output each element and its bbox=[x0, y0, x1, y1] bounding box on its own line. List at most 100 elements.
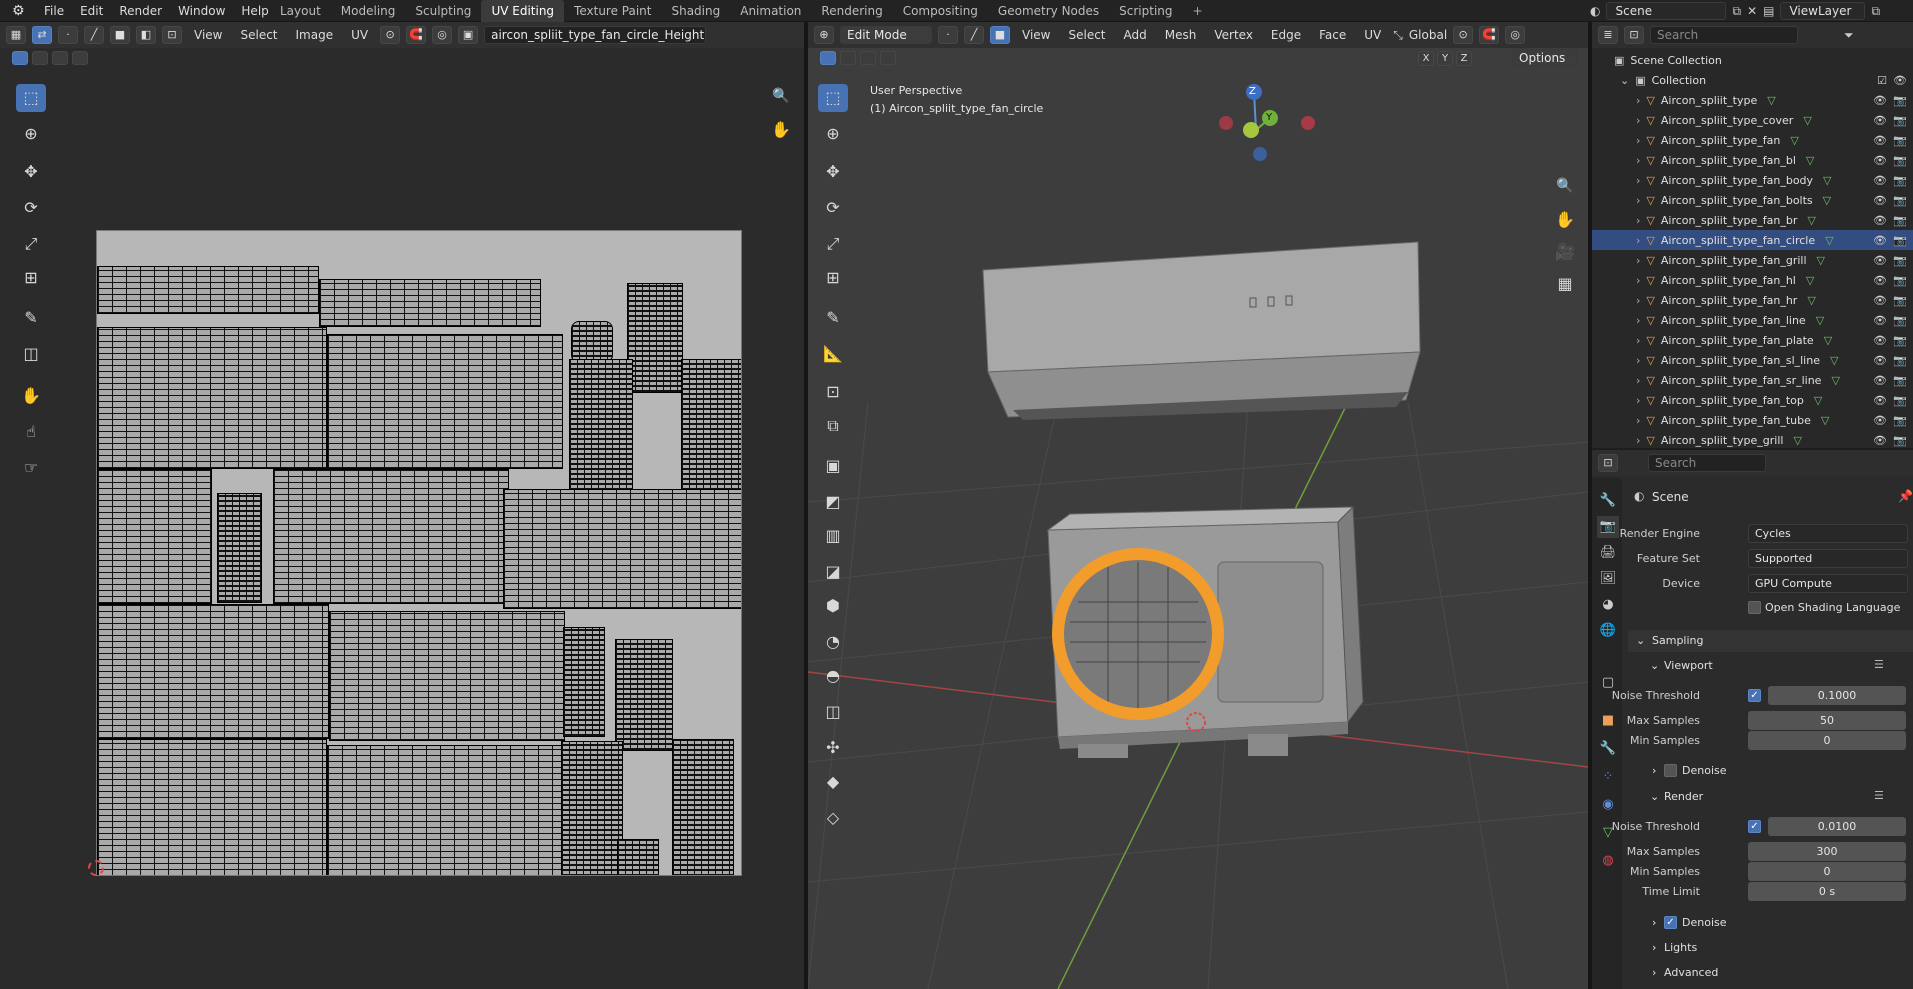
uv-menu-image[interactable]: Image bbox=[290, 28, 340, 42]
view-layer-field[interactable]: ViewLayer bbox=[1780, 2, 1866, 20]
uv-island[interactable] bbox=[672, 739, 734, 875]
pan-hand-icon[interactable]: ✋ bbox=[766, 116, 796, 144]
uv-island[interactable] bbox=[97, 739, 327, 875]
expand-arrow-icon[interactable]: › bbox=[1636, 374, 1640, 387]
tab-shading[interactable]: Shading bbox=[661, 0, 730, 22]
scene-tab-icon[interactable]: ◕ bbox=[1597, 594, 1619, 616]
viewport-editor-type-icon[interactable]: ⊕ bbox=[814, 26, 834, 44]
uv-island[interactable] bbox=[561, 741, 623, 875]
ortho-toggle-icon[interactable]: ▦ bbox=[1550, 270, 1580, 298]
vp-denoise-checkbox[interactable] bbox=[1664, 764, 1677, 777]
outliner-object-row[interactable]: › ▽ Aircon_spliit_type_fan_plate ▽ 👁 📷 bbox=[1592, 330, 1913, 350]
r-time-limit-field[interactable]: 0 s bbox=[1748, 882, 1906, 901]
add-workspace-icon[interactable]: + bbox=[1183, 0, 1213, 22]
scene-name-field[interactable]: Scene bbox=[1606, 2, 1727, 20]
menu-render[interactable]: Render bbox=[111, 0, 170, 22]
visibility-eye-icon[interactable]: 👁 bbox=[1873, 434, 1887, 447]
outliner-object-row[interactable]: › ▽ Aircon_spliit_type_fan_bolts ▽ 👁 📷 bbox=[1592, 190, 1913, 210]
properties-search-input[interactable]: Search bbox=[1648, 454, 1766, 472]
render-camera-icon[interactable]: 📷 bbox=[1893, 434, 1907, 447]
filter-icon[interactable]: ⏷ bbox=[1844, 28, 1854, 43]
visibility-eye-icon[interactable]: 👁 bbox=[1873, 234, 1887, 247]
outliner-object-row[interactable]: › ▽ Aircon_spliit_type_fan_hl ▽ 👁 📷 bbox=[1592, 270, 1913, 290]
feature-set-dropdown[interactable]: Supported bbox=[1748, 549, 1908, 568]
expand-arrow-icon[interactable]: › bbox=[1636, 214, 1640, 227]
outliner-object-row[interactable]: › ▽ Aircon_spliit_type_fan_hr ▽ 👁 📷 bbox=[1592, 290, 1913, 310]
expand-arrow-icon[interactable]: › bbox=[1636, 94, 1640, 107]
select-mode-invert-icon[interactable] bbox=[72, 51, 88, 65]
tab-texture-paint[interactable]: Texture Paint bbox=[564, 0, 661, 22]
pin-icon[interactable]: 📌 bbox=[1898, 489, 1913, 503]
annotate-tool-icon[interactable]: ✎ bbox=[16, 304, 46, 332]
advanced-expand-icon[interactable]: › bbox=[1652, 966, 1656, 979]
render-engine-dropdown[interactable]: Cycles bbox=[1748, 524, 1908, 543]
inset-tool-icon[interactable]: ▣ bbox=[818, 452, 848, 480]
uv-island[interactable] bbox=[617, 839, 659, 875]
r-denoise-expand-icon[interactable]: › bbox=[1652, 916, 1656, 929]
uv-island[interactable] bbox=[571, 321, 613, 363]
visibility-eye-icon[interactable]: 👁 bbox=[1873, 394, 1887, 407]
r-max-samples-field[interactable]: 300 bbox=[1748, 842, 1906, 861]
sticky-select-icon[interactable]: ⊡ bbox=[162, 26, 182, 44]
mirror-y-toggle[interactable]: Y bbox=[1437, 50, 1453, 66]
expand-arrow-icon[interactable]: › bbox=[1636, 354, 1640, 367]
uv-editor[interactable]: ▦ ⇄ · ╱ ■ ◧ ⊡ View Select Image UV ⊙ 🧲 ◎… bbox=[0, 22, 804, 989]
viewport-section-label[interactable]: Viewport bbox=[1664, 659, 1713, 672]
r-min-samples-field[interactable]: 0 bbox=[1748, 862, 1906, 881]
viewport-proportional-icon[interactable]: ◎ bbox=[1505, 26, 1526, 44]
outliner-object-row[interactable]: › ▽ Aircon_spliit_type_fan_top ▽ 👁 📷 bbox=[1592, 390, 1913, 410]
pivot-point-icon[interactable]: ⊙ bbox=[1453, 26, 1474, 44]
vp-transform-tool-icon[interactable]: ⊞ bbox=[818, 264, 848, 292]
render-presets-icon[interactable]: ☰ bbox=[1874, 789, 1884, 802]
uv-image-canvas[interactable] bbox=[96, 230, 742, 876]
scene-collection-row[interactable]: ▣ Scene Collection bbox=[1592, 50, 1913, 70]
gizmo-z-label[interactable]: Z bbox=[1249, 86, 1256, 97]
r-noise-threshold-checkbox[interactable]: ✓ bbox=[1748, 820, 1761, 833]
select-box-tool-icon[interactable]: ⬚ bbox=[16, 84, 46, 112]
vp-menu-edge[interactable]: Edge bbox=[1265, 28, 1307, 42]
rip-tool-icon[interactable]: ◫ bbox=[16, 340, 46, 368]
visibility-eye-icon[interactable]: 👁 bbox=[1873, 374, 1887, 387]
expand-arrow-icon[interactable]: › bbox=[1636, 154, 1640, 167]
render-camera-icon[interactable]: 📷 bbox=[1893, 394, 1907, 407]
outliner-object-row[interactable]: › ▽ Aircon_spliit_type_fan_circle ▽ 👁 📷 bbox=[1592, 230, 1913, 250]
visibility-eye-icon[interactable]: 👁 bbox=[1873, 214, 1887, 227]
options-dropdown[interactable]: Options bbox=[1512, 49, 1578, 67]
tab-layout[interactable]: Layout bbox=[270, 0, 331, 22]
lights-expand-icon[interactable]: › bbox=[1652, 941, 1656, 954]
camera-view-icon[interactable]: 🎥 bbox=[1550, 238, 1580, 266]
expand-arrow-icon[interactable]: › bbox=[1636, 434, 1640, 447]
collection-visibility-icon[interactable]: 👁 bbox=[1893, 74, 1907, 87]
select-mode-subtract-icon[interactable] bbox=[52, 51, 68, 65]
vp-select-box-tool-icon[interactable]: ⬚ bbox=[818, 84, 848, 112]
visibility-eye-icon[interactable]: 👁 bbox=[1873, 254, 1887, 267]
render-camera-icon[interactable]: 📷 bbox=[1893, 234, 1907, 247]
device-dropdown[interactable]: GPU Compute bbox=[1748, 574, 1908, 593]
mirror-x-toggle[interactable]: X bbox=[1418, 50, 1434, 66]
expand-arrow-icon[interactable]: › bbox=[1636, 274, 1640, 287]
render-camera-icon[interactable]: 📷 bbox=[1893, 114, 1907, 127]
expand-arrow-icon[interactable]: › bbox=[1636, 194, 1640, 207]
render-expand-icon[interactable]: ⌄ bbox=[1650, 790, 1659, 803]
mode-dropdown[interactable]: Edit Mode bbox=[840, 26, 932, 44]
tab-animation[interactable]: Animation bbox=[730, 0, 811, 22]
viewport-expand-icon[interactable]: ⌄ bbox=[1650, 659, 1659, 672]
rip-region-tool-icon[interactable]: ◇ bbox=[818, 804, 848, 832]
vp-select-extend-icon[interactable] bbox=[840, 51, 856, 65]
viewport-presets-icon[interactable]: ☰ bbox=[1874, 658, 1884, 671]
zoom-icon[interactable]: 🔍 bbox=[766, 82, 796, 110]
visibility-eye-icon[interactable]: 👁 bbox=[1873, 194, 1887, 207]
select-mode-new-icon[interactable] bbox=[12, 51, 28, 65]
tab-geometry-nodes[interactable]: Geometry Nodes bbox=[988, 0, 1109, 22]
outliner-search-input[interactable]: Search bbox=[1650, 26, 1798, 44]
render-section-label[interactable]: Render bbox=[1664, 790, 1703, 803]
spin-tool-icon[interactable]: ◔ bbox=[818, 628, 848, 656]
render-camera-icon[interactable]: 📷 bbox=[1893, 154, 1907, 167]
render-camera-icon[interactable]: 📷 bbox=[1893, 354, 1907, 367]
visibility-eye-icon[interactable]: 👁 bbox=[1873, 354, 1887, 367]
uv-island[interactable] bbox=[329, 611, 565, 741]
smooth-tool-icon[interactable]: ◓ bbox=[818, 662, 848, 690]
render-camera-icon[interactable]: 📷 bbox=[1893, 194, 1907, 207]
expand-arrow-icon[interactable]: › bbox=[1636, 334, 1640, 347]
uv-menu-uv[interactable]: UV bbox=[345, 28, 374, 42]
